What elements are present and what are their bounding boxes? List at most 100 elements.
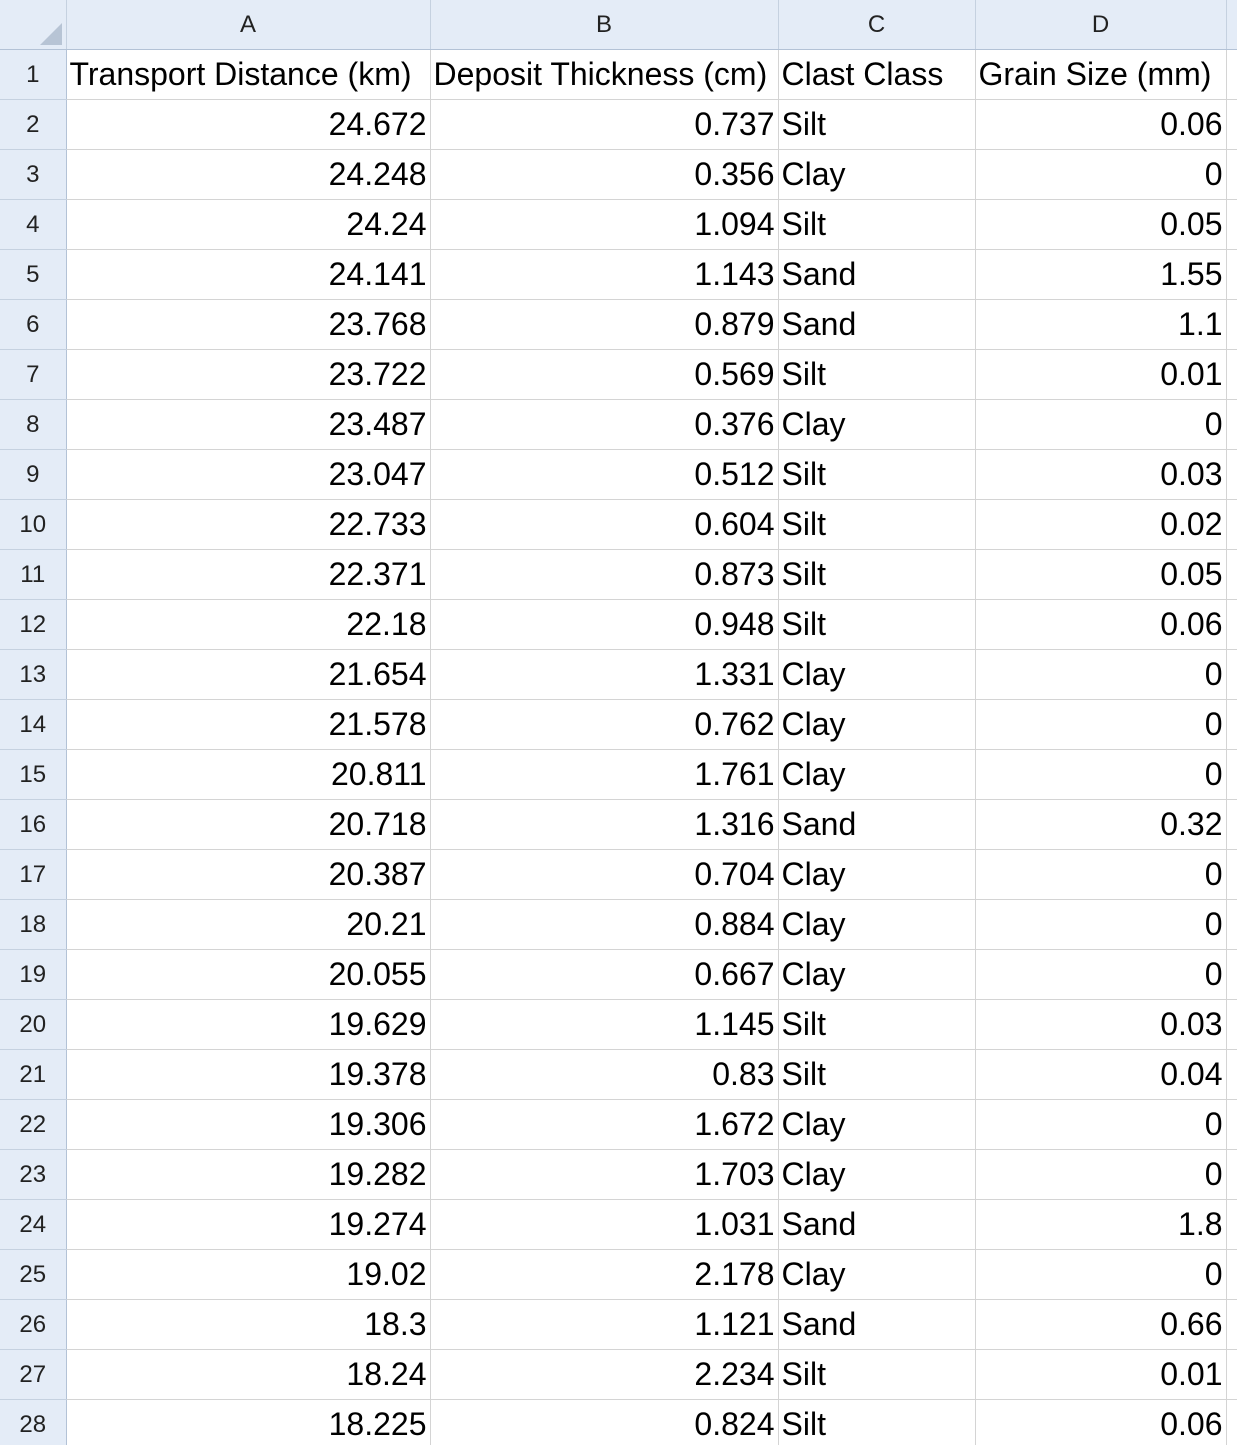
cell-e1[interactable]	[1226, 49, 1237, 100]
cell-b26[interactable]: 1.121	[430, 1299, 779, 1350]
cell-d12[interactable]: 0.06	[975, 599, 1227, 650]
cell-d22[interactable]: 0	[975, 1099, 1227, 1150]
cell-a13[interactable]: 21.654	[66, 649, 431, 700]
cell-a2[interactable]: 24.672	[66, 99, 431, 150]
cell-e10[interactable]	[1226, 499, 1237, 550]
cell-c24[interactable]: Sand	[778, 1199, 976, 1250]
row-header[interactable]: 2	[0, 99, 67, 150]
cell-a27[interactable]: 18.24	[66, 1349, 431, 1400]
cell-e18[interactable]	[1226, 899, 1237, 950]
cell-b7[interactable]: 0.569	[430, 349, 779, 400]
cell-d15[interactable]: 0	[975, 749, 1227, 800]
cell-b4[interactable]: 1.094	[430, 199, 779, 250]
cell-d3[interactable]: 0	[975, 149, 1227, 200]
cell-a9[interactable]: 23.047	[66, 449, 431, 500]
cell-b6[interactable]: 0.879	[430, 299, 779, 350]
cell-b9[interactable]: 0.512	[430, 449, 779, 500]
row-header[interactable]: 12	[0, 599, 67, 650]
cell-d9[interactable]: 0.03	[975, 449, 1227, 500]
cell-a12[interactable]: 22.18	[66, 599, 431, 650]
cell-c5[interactable]: Sand	[778, 249, 976, 300]
cell-d23[interactable]: 0	[975, 1149, 1227, 1200]
cell-e23[interactable]	[1226, 1149, 1237, 1200]
row-header[interactable]: 27	[0, 1349, 67, 1400]
cell-e16[interactable]	[1226, 799, 1237, 850]
cell-c14[interactable]: Clay	[778, 699, 976, 750]
cell-b28[interactable]: 0.824	[430, 1399, 779, 1445]
cell-c25[interactable]: Clay	[778, 1249, 976, 1300]
row-header[interactable]: 28	[0, 1399, 67, 1445]
cell-c26[interactable]: Sand	[778, 1299, 976, 1350]
cell-e7[interactable]	[1226, 349, 1237, 400]
row-header[interactable]: 25	[0, 1249, 67, 1300]
row-header[interactable]: 21	[0, 1049, 67, 1100]
cell-d5[interactable]: 1.55	[975, 249, 1227, 300]
cell-e3[interactable]	[1226, 149, 1237, 200]
row-header[interactable]: 13	[0, 649, 67, 700]
cell-c23[interactable]: Clay	[778, 1149, 976, 1200]
row-header[interactable]: 14	[0, 699, 67, 750]
cell-c8[interactable]: Clay	[778, 399, 976, 450]
row-header[interactable]: 20	[0, 999, 67, 1050]
cell-e9[interactable]	[1226, 449, 1237, 500]
cell-e4[interactable]	[1226, 199, 1237, 250]
cell-c13[interactable]: Clay	[778, 649, 976, 700]
cell-a4[interactable]: 24.24	[66, 199, 431, 250]
cell-d25[interactable]: 0	[975, 1249, 1227, 1300]
cell-a16[interactable]: 20.718	[66, 799, 431, 850]
cell-d2[interactable]: 0.06	[975, 99, 1227, 150]
row-header[interactable]: 8	[0, 399, 67, 450]
cell-d16[interactable]: 0.32	[975, 799, 1227, 850]
cell-e8[interactable]	[1226, 399, 1237, 450]
cell-a20[interactable]: 19.629	[66, 999, 431, 1050]
row-header[interactable]: 1	[0, 49, 67, 100]
row-header[interactable]: 15	[0, 749, 67, 800]
cell-c28[interactable]: Silt	[778, 1399, 976, 1445]
row-header[interactable]: 26	[0, 1299, 67, 1350]
cell-b5[interactable]: 1.143	[430, 249, 779, 300]
row-header[interactable]: 17	[0, 849, 67, 900]
cell-c19[interactable]: Clay	[778, 949, 976, 1000]
cell-b18[interactable]: 0.884	[430, 899, 779, 950]
cell-c4[interactable]: Silt	[778, 199, 976, 250]
cell-a3[interactable]: 24.248	[66, 149, 431, 200]
cell-a14[interactable]: 21.578	[66, 699, 431, 750]
cell-b23[interactable]: 1.703	[430, 1149, 779, 1200]
cell-e11[interactable]	[1226, 549, 1237, 600]
row-header[interactable]: 6	[0, 299, 67, 350]
cell-b14[interactable]: 0.762	[430, 699, 779, 750]
cell-e13[interactable]	[1226, 649, 1237, 700]
cell-a22[interactable]: 19.306	[66, 1099, 431, 1150]
cell-b24[interactable]: 1.031	[430, 1199, 779, 1250]
cell-d13[interactable]: 0	[975, 649, 1227, 700]
cell-e20[interactable]	[1226, 999, 1237, 1050]
cell-e5[interactable]	[1226, 249, 1237, 300]
column-header-a[interactable]: A	[66, 0, 431, 50]
cell-d14[interactable]: 0	[975, 699, 1227, 750]
cell-e2[interactable]	[1226, 99, 1237, 150]
row-header[interactable]: 18	[0, 899, 67, 950]
cell-d8[interactable]: 0	[975, 399, 1227, 450]
cell-a15[interactable]: 20.811	[66, 749, 431, 800]
cell-d17[interactable]: 0	[975, 849, 1227, 900]
row-header[interactable]: 19	[0, 949, 67, 1000]
cell-b12[interactable]: 0.948	[430, 599, 779, 650]
cell-a23[interactable]: 19.282	[66, 1149, 431, 1200]
row-header[interactable]: 4	[0, 199, 67, 250]
cell-b11[interactable]: 0.873	[430, 549, 779, 600]
cell-c3[interactable]: Clay	[778, 149, 976, 200]
cell-b22[interactable]: 1.672	[430, 1099, 779, 1150]
cell-d28[interactable]: 0.06	[975, 1399, 1227, 1445]
row-header[interactable]: 10	[0, 499, 67, 550]
cell-c27[interactable]: Silt	[778, 1349, 976, 1400]
cell-b19[interactable]: 0.667	[430, 949, 779, 1000]
cell-a17[interactable]: 20.387	[66, 849, 431, 900]
cell-a5[interactable]: 24.141	[66, 249, 431, 300]
cell-d27[interactable]: 0.01	[975, 1349, 1227, 1400]
row-header[interactable]: 16	[0, 799, 67, 850]
column-header-e-partial[interactable]	[1226, 0, 1237, 50]
cell-a28[interactable]: 18.225	[66, 1399, 431, 1445]
cell-b16[interactable]: 1.316	[430, 799, 779, 850]
cell-a1[interactable]: Transport Distance (km)	[66, 49, 431, 100]
row-header[interactable]: 9	[0, 449, 67, 500]
